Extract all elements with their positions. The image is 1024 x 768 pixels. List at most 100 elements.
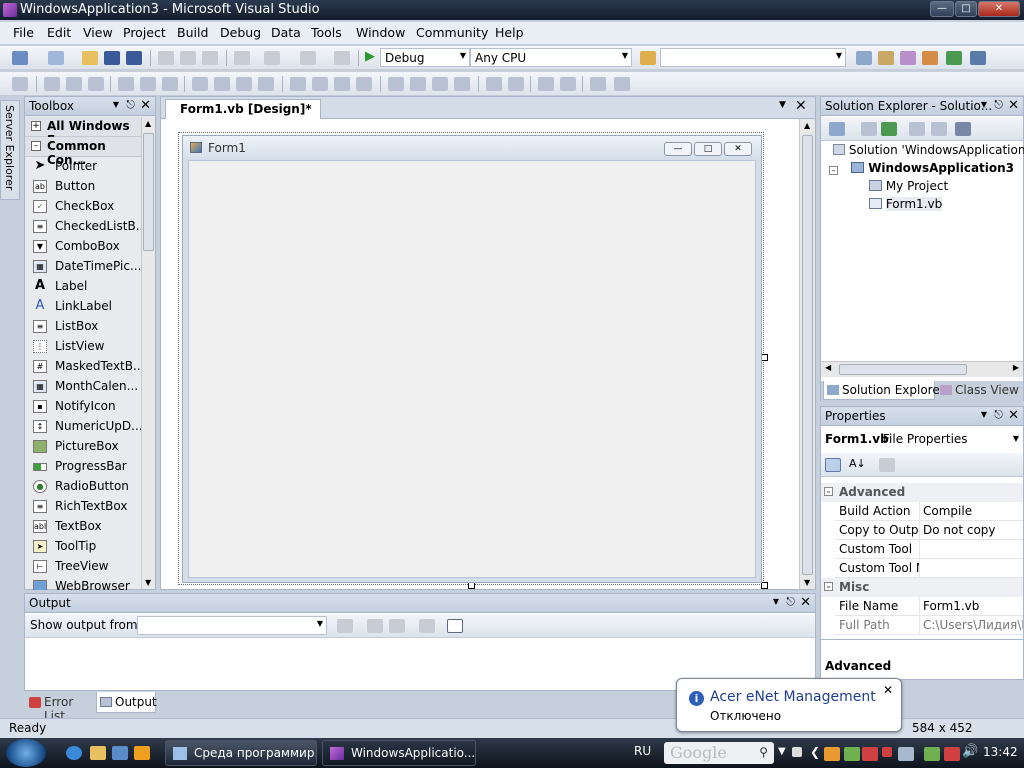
project-node[interactable]: WindowsApplication3 bbox=[851, 161, 1014, 175]
decrease-spacing-icon[interactable] bbox=[334, 77, 350, 91]
toolbar-square-icon[interactable] bbox=[792, 747, 802, 757]
find-message-icon[interactable] bbox=[337, 619, 353, 633]
cut-icon[interactable] bbox=[158, 51, 174, 65]
size-to-grid-icon[interactable] bbox=[214, 77, 230, 91]
toolbox-group-common-controls[interactable]: – Common Con... bbox=[25, 137, 141, 167]
form1-window[interactable]: Form1 — □ ✕ bbox=[182, 135, 762, 583]
align-rights-icon[interactable] bbox=[88, 77, 104, 91]
remove-spacing-icon[interactable] bbox=[356, 77, 372, 91]
google-search-box[interactable]: Google ⚲ bbox=[664, 742, 774, 764]
toolbox-dropdown-icon[interactable]: ▼ bbox=[113, 100, 119, 109]
next-message-icon[interactable] bbox=[389, 619, 405, 633]
form1-client-area[interactable] bbox=[188, 160, 756, 578]
tray-app-icon[interactable] bbox=[824, 747, 840, 761]
designer-scrollbar[interactable]: ▲ ▼ bbox=[799, 119, 815, 589]
document-list-icon[interactable]: ▼ bbox=[779, 100, 786, 110]
search-dropdown-icon[interactable]: ▼ bbox=[778, 746, 786, 757]
send-to-back-icon[interactable] bbox=[560, 77, 576, 91]
menu-community[interactable]: Community bbox=[416, 25, 488, 40]
show-desktop-icon[interactable] bbox=[112, 746, 128, 760]
menu-data[interactable]: Data bbox=[271, 25, 301, 40]
tray-app-icon[interactable] bbox=[898, 747, 914, 761]
document-outline-icon[interactable] bbox=[970, 51, 986, 65]
toolbox-icon[interactable] bbox=[922, 51, 938, 65]
align-bottoms-icon[interactable] bbox=[162, 77, 178, 91]
prev-message-icon[interactable] bbox=[367, 619, 383, 633]
property-copy-to-output[interactable]: Copy to OutputDo not copy bbox=[835, 521, 1023, 540]
view-class-diagram-icon[interactable] bbox=[955, 122, 971, 136]
task-visual-studio[interactable]: WindowsApplicatio... bbox=[322, 740, 476, 766]
volume-icon[interactable]: 🔊 bbox=[962, 744, 978, 759]
solution-platform-dropdown[interactable]: Any CPU ▼ bbox=[470, 48, 632, 67]
solution-explorer-hscrollbar[interactable]: ◀ ▶ bbox=[821, 361, 1023, 377]
save-all-icon[interactable] bbox=[126, 51, 142, 65]
ie-icon[interactable] bbox=[66, 746, 82, 760]
menu-build[interactable]: Build bbox=[177, 25, 208, 40]
balloon-close-icon[interactable]: ✕ bbox=[883, 683, 893, 697]
save-icon[interactable] bbox=[104, 51, 120, 65]
tray-app-icon[interactable] bbox=[844, 747, 860, 761]
tab-form1-design[interactable]: Form1.vb [Design]* bbox=[165, 99, 321, 119]
category-misc[interactable]: – Misc bbox=[821, 578, 1023, 597]
make-same-size-icon[interactable] bbox=[258, 77, 274, 91]
form1-node[interactable]: Form1.vb bbox=[869, 197, 943, 211]
refresh-icon[interactable] bbox=[881, 122, 897, 136]
property-pages-icon[interactable] bbox=[879, 458, 895, 472]
redo-icon[interactable] bbox=[264, 51, 280, 65]
property-custom-tool-namespace[interactable]: Custom Tool N bbox=[835, 559, 1023, 578]
resize-handle-bottom[interactable] bbox=[468, 582, 475, 589]
solution-explorer-pin-icon[interactable]: ⎋ bbox=[994, 98, 1003, 112]
find-combo[interactable]: ▼ bbox=[660, 48, 846, 67]
property-custom-tool[interactable]: Custom Tool bbox=[835, 540, 1023, 559]
paste-icon[interactable] bbox=[202, 51, 218, 65]
properties-window-icon[interactable] bbox=[878, 51, 894, 65]
find-in-files-icon[interactable] bbox=[640, 51, 656, 65]
decrease-vspacing-icon[interactable] bbox=[432, 77, 448, 91]
bring-to-front-icon[interactable] bbox=[538, 77, 554, 91]
property-full-path[interactable]: Full PathC:\Users\Лидия\Do bbox=[835, 616, 1023, 635]
undo-icon[interactable] bbox=[234, 51, 250, 65]
tray-app-icon[interactable] bbox=[862, 747, 878, 761]
clock[interactable]: 13:42 bbox=[983, 745, 1018, 759]
toolbox-pin-icon[interactable]: ⎋ bbox=[126, 98, 135, 112]
open-icon[interactable] bbox=[82, 51, 98, 65]
categorized-icon[interactable] bbox=[825, 458, 841, 472]
menu-file[interactable]: File bbox=[13, 25, 34, 40]
solution-configuration-dropdown[interactable]: Debug ▼ bbox=[380, 48, 470, 67]
start-page-icon[interactable] bbox=[946, 51, 962, 65]
property-file-name[interactable]: File Name Form1.vb bbox=[835, 597, 1023, 616]
media-player-icon[interactable] bbox=[134, 746, 150, 760]
minimize-button[interactable]: — bbox=[930, 1, 954, 17]
output-close-icon[interactable]: ✕ bbox=[800, 595, 811, 610]
properties-object-selector[interactable]: Form1.vb File Properties ▼ bbox=[823, 430, 1021, 450]
center-vertically-icon[interactable] bbox=[508, 77, 524, 91]
notification-balloon[interactable]: i Acer eNet Management Отключено ✕ bbox=[676, 678, 902, 732]
alphabetical-icon[interactable]: A↓ bbox=[849, 457, 866, 470]
center-horizontally-icon[interactable] bbox=[486, 77, 502, 91]
menu-tools[interactable]: Tools bbox=[311, 25, 342, 40]
explorer-icon[interactable] bbox=[90, 746, 106, 760]
tab-order-icon[interactable] bbox=[614, 77, 630, 91]
menu-window[interactable]: Window bbox=[356, 25, 405, 40]
view-code-icon[interactable] bbox=[909, 122, 925, 136]
increase-spacing-icon[interactable] bbox=[312, 77, 328, 91]
maximize-button[interactable]: □ bbox=[955, 1, 977, 17]
project-collapse-icon[interactable]: – bbox=[829, 166, 838, 175]
align-to-grid-icon[interactable] bbox=[12, 77, 28, 91]
properties-icon[interactable] bbox=[829, 122, 845, 136]
view-designer-icon[interactable] bbox=[931, 122, 947, 136]
language-indicator[interactable]: RU bbox=[634, 744, 651, 758]
menu-project[interactable]: Project bbox=[123, 25, 166, 40]
task-ide-window[interactable]: Среда программир... bbox=[165, 740, 317, 766]
navigate-backward-icon[interactable] bbox=[300, 51, 316, 65]
property-build-action[interactable]: Build Action Compile bbox=[835, 502, 1023, 521]
solution-explorer-dropdown-icon[interactable]: ▼ bbox=[981, 100, 987, 109]
output-dropdown-icon[interactable]: ▼ bbox=[773, 597, 779, 606]
document-close-icon[interactable]: ✕ bbox=[795, 98, 807, 114]
align-tops-icon[interactable] bbox=[118, 77, 134, 91]
close-button[interactable]: ✕ bbox=[978, 1, 1020, 17]
make-same-width-icon[interactable] bbox=[192, 77, 208, 91]
start-button[interactable] bbox=[6, 739, 46, 767]
my-project-node[interactable]: My Project bbox=[869, 179, 948, 193]
show-output-dropdown[interactable]: ▼ bbox=[137, 616, 327, 635]
